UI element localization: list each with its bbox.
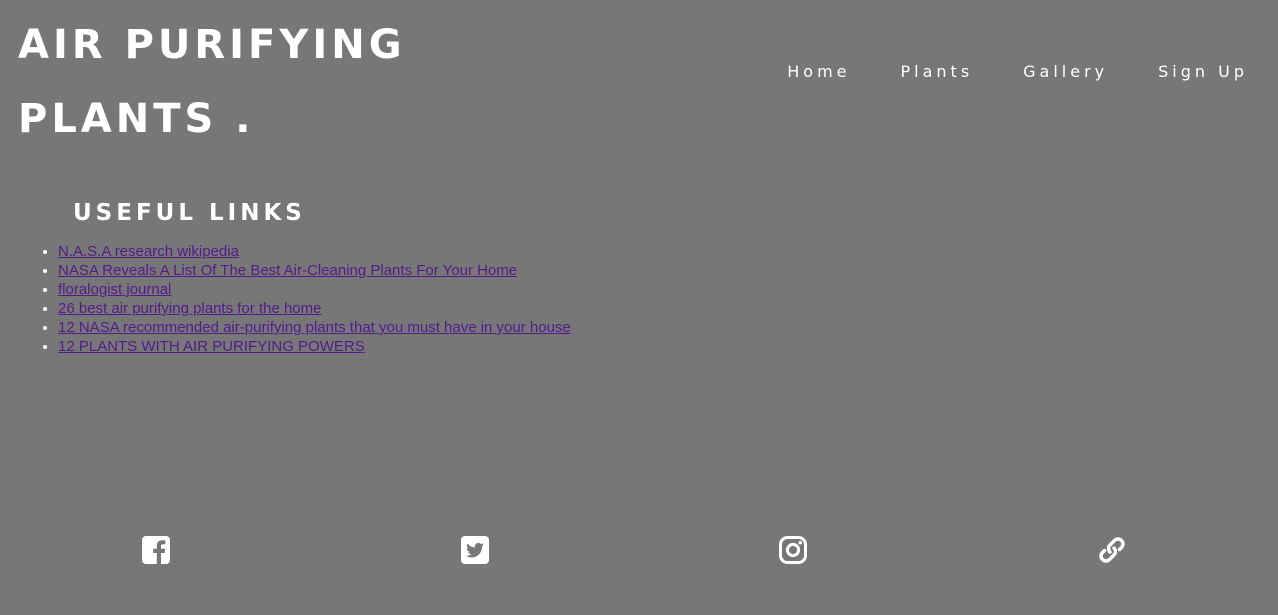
useful-links-list: N.A.S.A research wikipedia NASA Reveals … bbox=[0, 242, 571, 356]
twitter-icon[interactable] bbox=[459, 534, 491, 566]
social-footer bbox=[0, 534, 1278, 568]
useful-link-nasa-reveals[interactable]: NASA Reveals A List Of The Best Air-Clea… bbox=[58, 262, 517, 279]
useful-links-heading: USEFUL LINKS bbox=[73, 200, 306, 226]
useful-link-12-nasa[interactable]: 12 NASA recommended air-purifying plants… bbox=[58, 319, 571, 336]
useful-link-12-plants[interactable]: 12 PLANTS WITH AIR PURIFYING POWERS bbox=[58, 338, 365, 355]
list-item: 12 PLANTS WITH AIR PURIFYING POWERS bbox=[58, 337, 571, 356]
list-item: 12 NASA recommended air-purifying plants… bbox=[58, 318, 571, 337]
useful-link-26-best[interactable]: 26 best air purifying plants for the hom… bbox=[58, 300, 321, 317]
list-item: N.A.S.A research wikipedia bbox=[58, 242, 571, 261]
list-item: floralogist journal bbox=[58, 280, 571, 299]
main-nav: Home Plants Gallery Sign Up bbox=[737, 60, 1248, 84]
instagram-icon[interactable] bbox=[777, 534, 809, 566]
facebook-icon[interactable] bbox=[140, 534, 172, 566]
nav-sign-up[interactable]: Sign Up bbox=[1158, 60, 1248, 84]
nav-gallery[interactable]: Gallery bbox=[1023, 60, 1108, 84]
nav-home[interactable]: Home bbox=[787, 60, 850, 84]
list-item: NASA Reveals A List Of The Best Air-Clea… bbox=[58, 261, 571, 280]
site-title-line-1: AIR PURIFYING bbox=[18, 22, 406, 68]
useful-link-nasa-wikipedia[interactable]: N.A.S.A research wikipedia bbox=[58, 243, 239, 260]
site-title: AIR PURIFYING PLANTS . bbox=[18, 8, 538, 156]
site-title-line-2: PLANTS . bbox=[18, 96, 255, 142]
list-item: 26 best air purifying plants for the hom… bbox=[58, 299, 571, 318]
link-icon[interactable] bbox=[1096, 534, 1128, 566]
useful-link-floralogist[interactable]: floralogist journal bbox=[58, 281, 171, 298]
nav-plants[interactable]: Plants bbox=[901, 60, 974, 84]
